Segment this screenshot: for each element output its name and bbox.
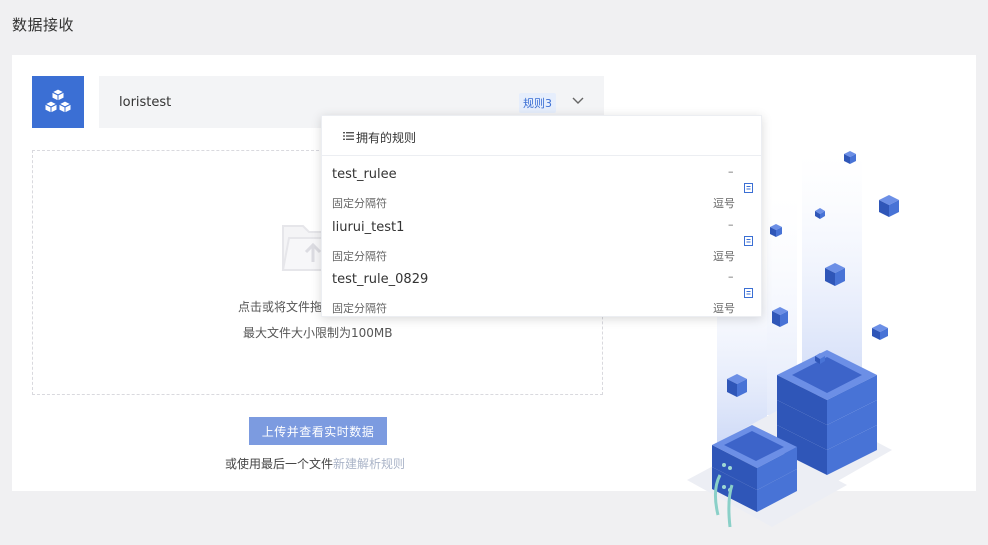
- rule-name: test_rule_0829: [332, 272, 429, 287]
- document-icon[interactable]: [744, 288, 753, 298]
- dropdown-header: 拥有的规则: [322, 116, 761, 156]
- dropdown-title: 拥有的规则: [356, 131, 417, 145]
- separator-value: 逗号: [713, 250, 735, 263]
- rule-dash: –: [728, 270, 734, 283]
- data-source-logo: [32, 76, 84, 128]
- rules-dropdown: 拥有的规则 test_rulee – 固定分隔符 逗号 liurui_test1…: [321, 115, 762, 317]
- list-icon: [343, 132, 354, 140]
- separator-label: 固定分隔符: [332, 197, 387, 210]
- chevron-down-icon[interactable]: [571, 94, 585, 108]
- upload-button[interactable]: 上传并查看实时数据: [249, 417, 387, 445]
- rule-name: test_rulee: [332, 167, 397, 182]
- separator-label: 固定分隔符: [332, 302, 387, 315]
- separator-value: 逗号: [713, 197, 735, 210]
- document-icon[interactable]: [744, 236, 753, 246]
- use-last-file-text: 或使用最后一个文件: [225, 457, 334, 471]
- rule-item[interactable]: test_rule_0829 – 固定分隔符 逗号: [322, 265, 761, 317]
- rule-name: liurui_test1: [332, 220, 405, 235]
- new-rule-link[interactable]: 新建解析规则: [333, 457, 405, 471]
- separator-value: 逗号: [713, 302, 735, 315]
- use-last-file-line: 或使用最后一个文件新建解析规则: [225, 455, 405, 472]
- cubes-icon: [43, 88, 73, 114]
- rule-item[interactable]: test_rulee – 固定分隔符 逗号: [322, 160, 761, 212]
- size-limit-hint: 最大文件大小限制为100MB: [243, 326, 393, 340]
- document-icon[interactable]: [744, 183, 753, 193]
- rule-item[interactable]: liurui_test1 – 固定分隔符 逗号: [322, 213, 761, 265]
- rule-dash: –: [728, 165, 734, 178]
- selector-name: loristest: [119, 95, 172, 110]
- rule-count-badge: 规则3: [519, 93, 556, 113]
- page-title: 数据接收: [12, 16, 75, 34]
- separator-label: 固定分隔符: [332, 250, 387, 263]
- rule-dash: –: [728, 218, 734, 231]
- drop-hint: 点击或将文件拖: [238, 300, 323, 314]
